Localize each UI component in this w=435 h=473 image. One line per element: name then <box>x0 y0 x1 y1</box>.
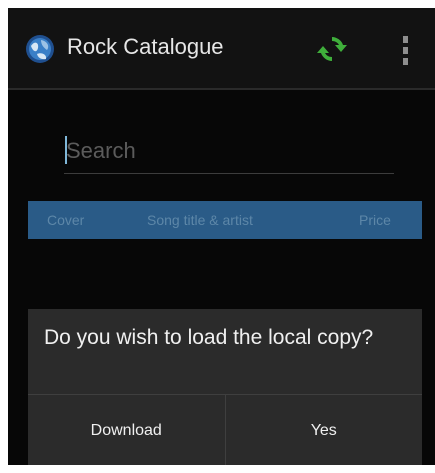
load-local-copy-dialog: Do you wish to load the local copy? Down… <box>28 309 422 465</box>
table-header: Cover Song title & artist Price <box>28 201 422 239</box>
column-header-price: Price <box>359 212 391 228</box>
action-bar: Rock Catalogue <box>8 8 435 90</box>
column-header-cover: Cover <box>47 212 85 228</box>
overflow-dot <box>402 46 408 54</box>
text-cursor <box>65 136 67 164</box>
app-title: Rock Catalogue <box>67 34 224 59</box>
download-button[interactable]: Download <box>28 395 225 465</box>
search-input[interactable] <box>64 128 394 174</box>
app-screen: Rock Catalogue Cover Song title & artist… <box>8 8 435 465</box>
yes-button[interactable]: Yes <box>224 395 423 465</box>
refresh-icon <box>316 33 348 68</box>
overflow-dot <box>402 35 408 43</box>
dialog-message: Do you wish to load the local copy? <box>44 326 374 349</box>
app-logo-icon <box>25 34 55 64</box>
overflow-dot <box>402 57 408 65</box>
column-header-song-title-artist: Song title & artist <box>147 212 253 228</box>
refresh-button[interactable] <box>310 28 354 72</box>
dialog-button-bar: Download Yes <box>28 394 422 465</box>
overflow-menu-button[interactable] <box>388 28 422 72</box>
